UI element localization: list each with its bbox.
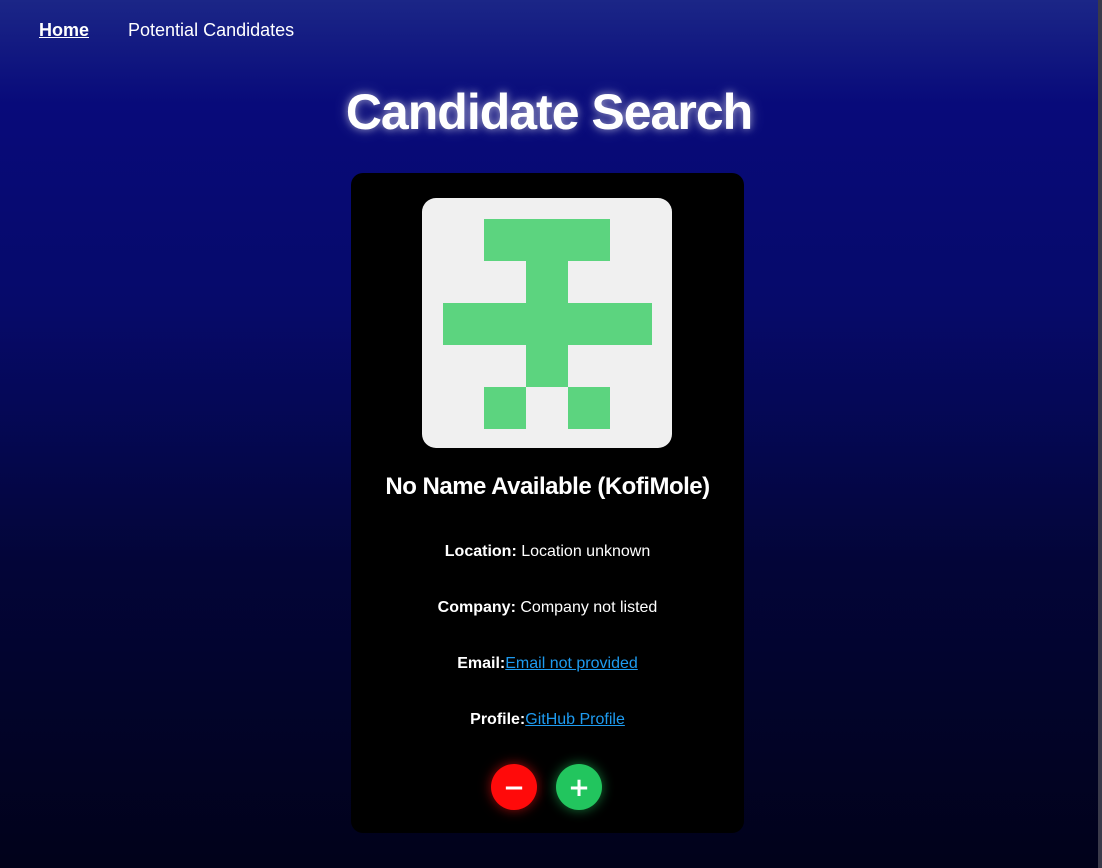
company-value: Company not listed — [520, 599, 658, 616]
email-field: Email:Email not provided — [351, 655, 744, 673]
profile-field: Profile:GitHub Profile — [351, 711, 744, 729]
location-field: Location: Location unknown — [351, 543, 744, 561]
nav-home-link[interactable]: Home — [39, 20, 89, 41]
github-profile-link[interactable]: GitHub Profile — [525, 711, 625, 728]
window-edge — [1098, 0, 1102, 868]
email-label: Email: — [457, 655, 506, 672]
page-title: Candidate Search — [345, 84, 753, 140]
save-candidate-button[interactable]: + — [556, 764, 602, 810]
email-link[interactable]: Email not provided — [505, 655, 638, 672]
profile-label: Profile: — [470, 711, 526, 728]
nav-potential-candidates-link[interactable]: Potential Candidates — [128, 20, 294, 41]
location-label: Location: — [444, 543, 517, 560]
candidate-avatar — [422, 198, 672, 448]
reject-candidate-button[interactable]: − — [491, 764, 537, 810]
candidate-name: No Name Available (KofiMole) — [385, 473, 710, 500]
top-nav: Home Potential Candidates — [39, 20, 294, 41]
identicon-image — [443, 219, 652, 429]
company-label: Company: — [437, 599, 516, 616]
company-field: Company: Company not listed — [351, 599, 744, 617]
candidate-card: No Name Available (KofiMole) Location: L… — [351, 173, 744, 833]
location-value: Location unknown — [521, 543, 651, 560]
